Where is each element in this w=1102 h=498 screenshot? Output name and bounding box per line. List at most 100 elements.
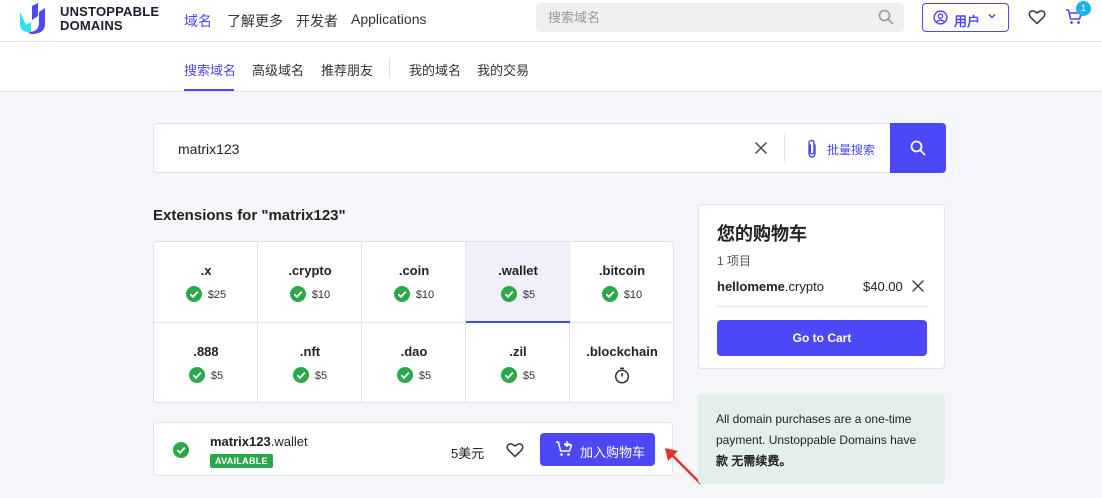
subnav-search-domains[interactable]: 搜索域名 — [184, 60, 236, 79]
extension-price: $25 — [207, 289, 227, 301]
topnav-developers[interactable]: 开发者 — [296, 11, 338, 31]
brand-wordmark[interactable]: UNSTOPPABLE DOMAINS — [60, 5, 159, 33]
extension-price: $5 — [522, 289, 536, 301]
brand-line-1: UNSTOPPABLE — [60, 4, 160, 19]
extension-price-row: $10 — [570, 286, 673, 302]
extension-price-row: $5 — [258, 367, 362, 383]
active-tab-indicator — [184, 89, 234, 91]
domain-result-row: matrix123.wallet AVAILABLE 5美元 加入购物车 — [153, 422, 673, 476]
extension-tld: .wallet — [498, 263, 538, 278]
search-icon[interactable] — [878, 9, 894, 25]
cart-item-domain: hellomeme.crypto — [717, 279, 824, 294]
check-circle-icon — [173, 442, 189, 458]
note-text: All domain purchases are a one-time paym… — [716, 412, 917, 447]
topnav-applications[interactable]: Applications — [351, 11, 427, 27]
check-circle-icon — [393, 286, 410, 302]
stopwatch-icon — [614, 367, 630, 384]
result-domain-label: matrix123 — [210, 434, 271, 449]
favorite-heart-icon[interactable] — [506, 442, 524, 458]
add-to-cart-button[interactable]: 加入购物车 — [540, 433, 655, 466]
user-menu-button[interactable]: 用户 — [922, 3, 1009, 32]
extension-card-blockchain[interactable]: .blockchain — [570, 323, 673, 402]
extension-tld: .zil — [509, 344, 527, 359]
extension-card-888[interactable]: .888 $5 — [154, 323, 258, 402]
available-badge: AVAILABLE — [210, 454, 273, 468]
extension-price: $10 — [311, 289, 331, 301]
brand-line-2: DOMAINS — [60, 18, 123, 33]
result-domain-ext: .wallet — [270, 434, 308, 449]
subnav-premium-domains[interactable]: 高级域名 — [252, 60, 304, 79]
cart-item-count: 1 项目 — [717, 254, 752, 268]
extension-card-x[interactable]: .x $25 — [154, 242, 258, 323]
top-search-input[interactable] — [536, 3, 866, 32]
extension-tld: .bitcoin — [598, 263, 646, 278]
extension-card-bitcoin[interactable]: .bitcoin $10 — [570, 242, 673, 323]
subnav-my-domains[interactable]: 我的域名 — [409, 60, 461, 79]
user-menu-label: 用户 — [954, 14, 981, 29]
extension-tld: .coin — [398, 263, 430, 278]
extension-card-coin[interactable]: .coin $10 — [362, 242, 466, 323]
extension-card-wallet[interactable]: .wallet $5 — [466, 242, 570, 323]
note-bold: 款 无需续费。 — [716, 454, 792, 468]
cart-item-price: $40.00 — [863, 279, 903, 294]
check-circle-icon — [289, 286, 306, 302]
extension-card-zil[interactable]: .zil $5 — [466, 323, 570, 402]
search-divider — [784, 134, 785, 163]
topnav-domains[interactable]: 域名 — [184, 11, 212, 31]
cart-count-badge: 1 — [1076, 1, 1091, 16]
chevron-down-icon — [988, 13, 996, 19]
one-time-payment-note: All domain purchases are a one-time paym… — [698, 394, 945, 484]
top-search-box — [536, 3, 904, 32]
subnav-my-transactions[interactable]: 我的交易 — [477, 60, 529, 79]
extension-price-row: $5 — [154, 367, 258, 383]
domain-search-input[interactable]: matrix123 — [178, 141, 239, 157]
extension-price: $5 — [314, 370, 328, 382]
extensions-grid: .x $25 .crypto $10 .coin $10 .wallet $5 … — [153, 241, 674, 403]
extension-tld: .888 — [193, 344, 219, 359]
subnav-divider — [389, 58, 390, 78]
remove-item-icon[interactable] — [911, 279, 925, 293]
extension-price-row: $5 — [362, 367, 466, 383]
cart-item-ext: .crypto — [784, 279, 824, 294]
extension-price-row: $25 — [154, 286, 258, 302]
result-price: 5美元 — [451, 446, 485, 461]
search-submit-button[interactable] — [890, 123, 946, 173]
cart-panel: 您的购物车 1 项目 hellomeme.crypto $40.00 Go to… — [698, 204, 945, 369]
topnav-learn-more[interactable]: 了解更多 — [227, 11, 283, 31]
extension-status-row — [570, 367, 673, 384]
result-domain-name: matrix123.wallet — [210, 434, 308, 449]
extension-card-nft[interactable]: .nft $5 — [258, 323, 362, 402]
unstoppable-logo-icon[interactable] — [18, 2, 52, 34]
check-circle-icon — [396, 367, 413, 383]
extension-tld: .x — [200, 263, 212, 278]
go-to-cart-button[interactable]: Go to Cart — [717, 320, 927, 356]
cart-title: 您的购物车 — [717, 224, 807, 244]
extension-price: $10 — [623, 289, 643, 301]
domain-search-bar: matrix123 批量搜索 — [153, 123, 946, 173]
paperclip-icon[interactable] — [806, 139, 818, 159]
extension-card-crypto[interactable]: .crypto $10 — [258, 242, 362, 323]
clear-icon[interactable] — [754, 141, 768, 155]
sub-navigation: 搜索域名 高级域名 推荐朋友 我的域名 我的交易 — [0, 42, 1102, 92]
extension-tld: .blockchain — [586, 344, 658, 359]
check-circle-icon — [500, 367, 517, 383]
heart-icon[interactable] — [1028, 9, 1046, 25]
check-circle-icon — [188, 367, 205, 383]
check-circle-icon — [185, 286, 202, 302]
search-icon — [910, 140, 926, 156]
cart-plus-icon — [556, 441, 573, 456]
extension-price: $10 — [415, 289, 435, 301]
cart-divider — [717, 306, 927, 307]
top-bar: UNSTOPPABLE DOMAINS 域名 了解更多 开发者 Applicat… — [0, 0, 1102, 42]
extension-price-row: $10 — [362, 286, 466, 302]
cart-item-label: hellomeme — [717, 279, 785, 294]
extension-price: $5 — [418, 370, 432, 382]
check-circle-icon — [601, 286, 618, 302]
extension-price: $5 — [210, 370, 224, 382]
extensions-heading: Extensions for "matrix123" — [153, 207, 346, 224]
user-icon — [933, 10, 948, 25]
extension-price-row: $5 — [466, 367, 570, 383]
extension-card-dao[interactable]: .dao $5 — [362, 323, 466, 402]
bulk-search-link[interactable]: 批量搜索 — [827, 141, 875, 158]
subnav-refer-friends[interactable]: 推荐朋友 — [321, 60, 373, 79]
